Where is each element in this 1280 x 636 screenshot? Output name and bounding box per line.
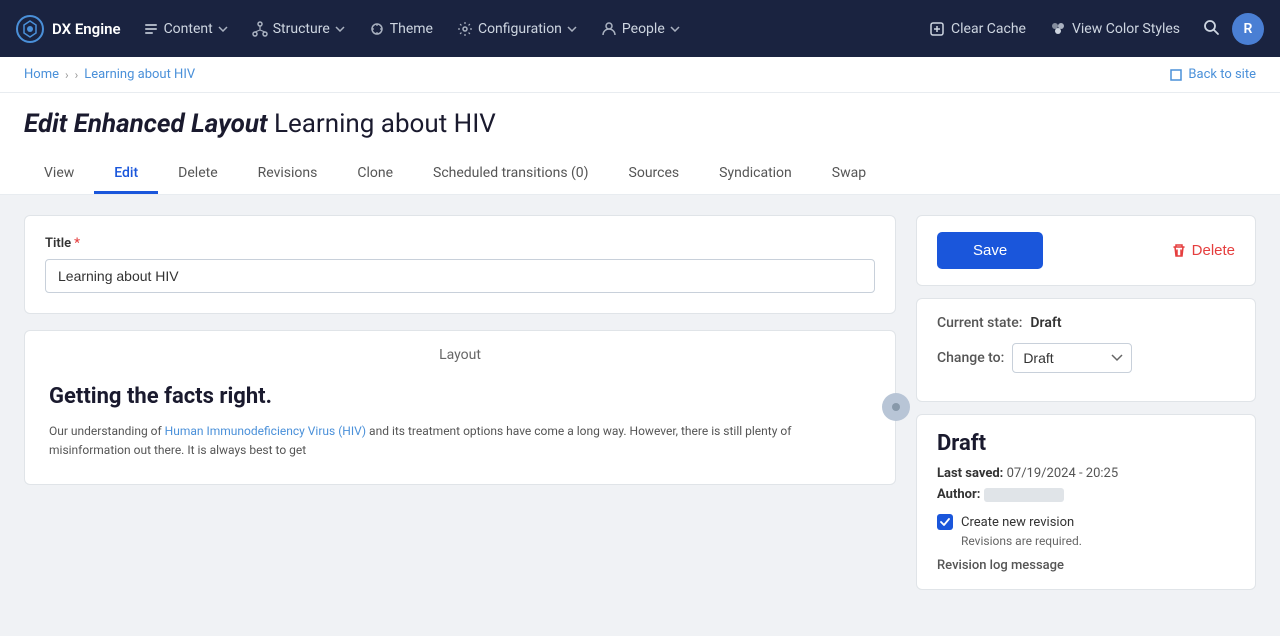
nav-configuration[interactable]: Configuration (447, 15, 587, 43)
nav-content[interactable]: Content (133, 15, 238, 43)
nav-structure[interactable]: Structure (242, 15, 355, 43)
layout-drag-handle[interactable] (882, 393, 910, 421)
tab-edit[interactable]: Edit (94, 155, 158, 194)
page-title-area: Edit Enhanced Layout Learning about HIV … (0, 93, 1280, 195)
layout-content: Getting the facts right. Our understandi… (41, 375, 879, 468)
breadcrumb-current[interactable]: Learning about HIV (84, 67, 195, 82)
left-panel: Title * Layout Getting the facts right. … (24, 215, 896, 616)
tab-delete[interactable]: Delete (158, 155, 237, 194)
draft-title: Draft (937, 431, 1235, 456)
user-avatar[interactable]: R (1232, 13, 1264, 45)
change-to-select[interactable]: Draft Published Archived (1012, 343, 1132, 373)
change-to-label: Change to: (937, 350, 1004, 366)
title-label: Title * (45, 236, 875, 251)
view-color-styles-button[interactable]: View Color Styles (1040, 15, 1190, 43)
main-content: Title * Layout Getting the facts right. … (0, 195, 1280, 636)
page-title: Edit Enhanced Layout Learning about HIV (24, 109, 1256, 139)
layout-heading: Getting the facts right. (49, 383, 871, 412)
top-navigation: DX Engine Content Structure Theme Config… (0, 0, 1280, 57)
tab-syndication[interactable]: Syndication (699, 155, 812, 194)
delete-button[interactable]: Delete (1171, 242, 1235, 259)
layout-label: Layout (41, 347, 879, 363)
author-value (984, 488, 1064, 502)
search-button[interactable] (1194, 12, 1228, 46)
site-logo[interactable]: DX Engine (16, 15, 121, 43)
change-to-row: Change to: Draft Published Archived (937, 343, 1235, 373)
back-to-site-link[interactable]: Back to site (1169, 67, 1256, 82)
tab-revisions[interactable]: Revisions (238, 155, 338, 194)
tab-view[interactable]: View (24, 155, 94, 194)
title-input[interactable] (45, 259, 875, 293)
author-info: Author: (937, 487, 1235, 502)
breadcrumb-bar: Home › › Learning about HIV Back to site (0, 57, 1280, 93)
required-indicator: * (74, 236, 80, 251)
breadcrumb-home[interactable]: Home (24, 67, 59, 82)
save-delete-card: Save Delete (916, 215, 1256, 286)
current-state-row: Current state: Draft (937, 315, 1235, 331)
revisions-required-text: Revisions are required. (961, 534, 1235, 548)
state-card: Current state: Draft Change to: Draft Pu… (916, 298, 1256, 402)
last-saved-info: Last saved: 07/19/2024 - 20:25 (937, 466, 1235, 481)
clear-cache-button[interactable]: Clear Cache (919, 15, 1036, 43)
layout-body: Our understanding of Human Immunodeficie… (49, 422, 871, 460)
title-form-group: Title * (24, 215, 896, 314)
create-revision-label: Create new revision (961, 515, 1074, 530)
layout-box: Layout Getting the facts right. Our unde… (24, 330, 896, 485)
right-panel: Save Delete Current state: Draft Change … (916, 215, 1256, 616)
tab-swap[interactable]: Swap (812, 155, 886, 194)
nav-theme[interactable]: Theme (359, 15, 443, 43)
nav-people[interactable]: People (591, 15, 690, 43)
breadcrumb: Home › › Learning about HIV (24, 67, 195, 82)
current-state-label: Current state: (937, 315, 1022, 331)
breadcrumb-sep-2: › (75, 68, 79, 82)
current-state-value: Draft (1030, 315, 1061, 331)
create-revision-checkbox[interactable] (937, 514, 953, 530)
tab-clone[interactable]: Clone (337, 155, 413, 194)
create-revision-row: Create new revision (937, 514, 1235, 530)
breadcrumb-sep-1: › (65, 68, 69, 82)
save-button[interactable]: Save (937, 232, 1043, 269)
layout-link[interactable]: Human Immunodeficiency Virus (HIV) (165, 424, 366, 438)
tab-scheduled-transitions[interactable]: Scheduled transitions (0) (413, 155, 609, 194)
layout-wrapper: Layout Getting the facts right. Our unde… (24, 330, 896, 485)
revision-log-label: Revision log message (937, 558, 1235, 573)
tab-sources[interactable]: Sources (609, 155, 700, 194)
content-tabs: View Edit Delete Revisions Clone Schedul… (24, 155, 1256, 194)
draft-card: Draft Last saved: 07/19/2024 - 20:25 Aut… (916, 414, 1256, 590)
